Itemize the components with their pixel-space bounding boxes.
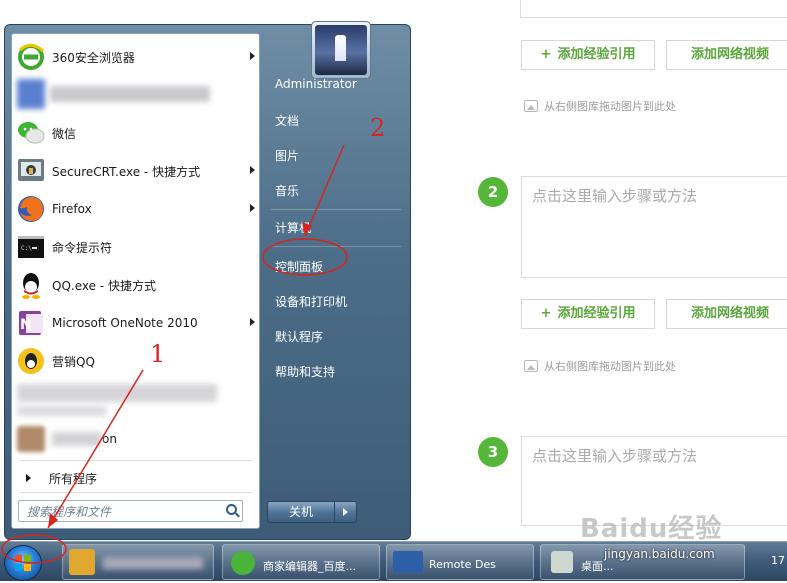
all-programs-item[interactable]: 所有程序 [20, 467, 252, 489]
program-item-firefox[interactable]: Firefox [15, 191, 257, 227]
program-item-command-prompt[interactable]: C:\ 命令提示符 [15, 229, 257, 265]
image-icon [524, 100, 538, 112]
expand-arrow-icon [26, 474, 31, 482]
360-browser-icon [15, 41, 47, 73]
windows-logo-icon [15, 555, 31, 571]
program-item-wechat[interactable]: 微信 [15, 115, 257, 151]
annotation-marker-1: 1 [150, 340, 166, 368]
program-item-blurred[interactable]: on [15, 421, 257, 457]
blurred-app-label [52, 432, 102, 446]
svg-text:N: N [20, 317, 32, 333]
menu-item-default-programs[interactable]: 默认程序 [275, 328, 323, 345]
program-item-marketing-qq[interactable]: 营销QQ [15, 343, 257, 379]
taskbar-button-blurred[interactable] [62, 544, 214, 580]
menu-item-pictures[interactable]: 图片 [275, 147, 299, 164]
step-number-badge: 3 [478, 437, 508, 467]
plus-icon: + [540, 47, 552, 62]
watermark-url: jingyan.baidu.com [604, 547, 715, 561]
menu-item-computer[interactable]: 计算机 [275, 219, 311, 236]
blurred-taskbar-label [103, 557, 203, 569]
securecrt-icon [15, 155, 47, 187]
plus-icon: + [540, 306, 552, 321]
add-video-button[interactable]: 添加网络视频 [666, 40, 787, 70]
blurred-app-row [17, 406, 107, 416]
wechat-icon [15, 117, 47, 149]
app-icon [231, 551, 255, 575]
step-number-badge: 2 [478, 177, 508, 207]
annotation-marker-2: 2 [370, 114, 386, 142]
remote-desktop-icon [393, 551, 423, 573]
watermark-logo: Baidu经验 [580, 514, 723, 544]
taskbar-button-editor[interactable]: 商家编辑器_百度... [222, 544, 380, 580]
blurred-app-row [17, 384, 217, 402]
blurred-app-icon [17, 79, 45, 109]
submenu-arrow-icon [250, 204, 255, 212]
program-item-qq[interactable]: QQ.exe - 快捷方式 [15, 267, 257, 303]
app-icon [551, 551, 573, 573]
submenu-arrow-icon [250, 166, 255, 174]
search-icon[interactable] [226, 504, 237, 515]
qq-icon [15, 269, 47, 301]
menu-item-administrator[interactable]: Administrator [275, 77, 357, 91]
step-textarea[interactable]: 点击这里输入步骤或方法 [521, 176, 787, 278]
marketing-qq-icon [15, 345, 47, 377]
program-item-360-browser[interactable]: 360安全浏览器 [15, 39, 257, 75]
menu-item-documents[interactable]: 文档 [275, 112, 299, 129]
previous-step-textarea[interactable] [520, 0, 787, 18]
taskbar-button-remote-desktop[interactable]: Remote Des [386, 544, 534, 580]
clock[interactable]: 17 [771, 554, 785, 567]
onenote-icon: N [15, 307, 47, 339]
divider [271, 246, 401, 247]
image-icon [524, 360, 538, 372]
firefox-icon [15, 193, 47, 225]
add-video-button[interactable]: 添加网络视频 [666, 299, 787, 329]
program-item-securecrt[interactable]: SecureCRT.exe - 快捷方式 [15, 153, 257, 189]
shutdown-options-button[interactable] [335, 501, 357, 523]
shutdown-button[interactable]: 关机 [267, 501, 335, 523]
command-prompt-icon: C:\ [15, 231, 47, 263]
menu-item-help-support[interactable]: 帮助和支持 [275, 363, 335, 380]
menu-item-music[interactable]: 音乐 [275, 182, 299, 199]
svg-text:C:\: C:\ [21, 245, 32, 252]
search-input[interactable]: 搜索程序和文件 [18, 500, 243, 522]
image-drop-hint[interactable]: 从右侧图库拖动图片到此处 [524, 98, 676, 114]
menu-item-control-panel[interactable]: 控制面板 [275, 258, 323, 275]
divider [271, 209, 401, 210]
menu-item-devices-printers[interactable]: 设备和打印机 [275, 293, 347, 310]
blurred-app-label [50, 86, 210, 102]
divider [20, 492, 252, 493]
app-icon [69, 549, 95, 575]
start-button[interactable] [4, 545, 42, 581]
program-item-onenote[interactable]: N Microsoft OneNote 2010 [15, 305, 257, 341]
submenu-arrow-icon [250, 318, 255, 326]
start-menu: 360安全浏览器 微信 SecureCRT.exe - 快捷方式 Firefox [4, 21, 411, 540]
experience-editor: + 添加经验引用 添加网络视频 从右侧图库拖动图片到此处 2 点击这里输入步骤或方… [408, 0, 787, 545]
blurred-app-icon [15, 423, 47, 455]
add-experience-ref-button[interactable]: + 添加经验引用 [521, 299, 655, 329]
submenu-arrow-icon [250, 52, 255, 60]
user-avatar[interactable] [311, 21, 371, 79]
start-menu-programs-pane: 360安全浏览器 微信 SecureCRT.exe - 快捷方式 Firefox [11, 33, 260, 529]
add-experience-ref-button[interactable]: + 添加经验引用 [521, 40, 655, 70]
image-drop-hint[interactable]: 从右侧图库拖动图片到此处 [524, 358, 676, 374]
divider [20, 460, 252, 461]
